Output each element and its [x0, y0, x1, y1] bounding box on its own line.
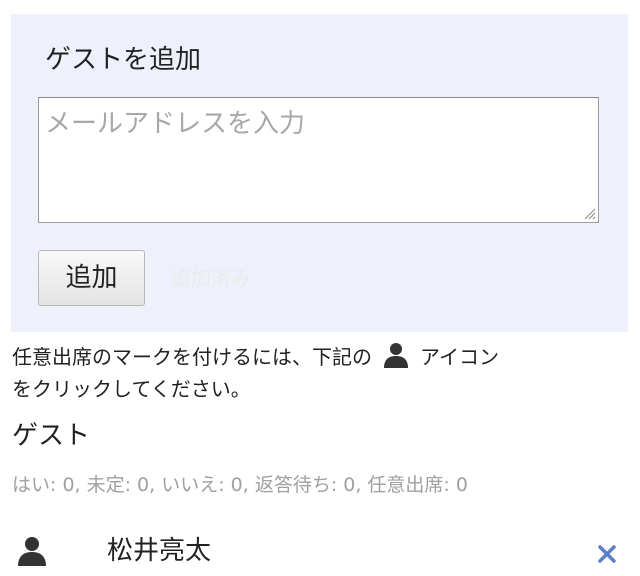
rsvp-summary: はい: 0, 未定: 0, いいえ: 0, 返答待ち: 0, 任意出席: 0 [12, 474, 468, 496]
add-guest-panel: ゲストを追加 追加 追加済み [11, 14, 628, 332]
person-icon[interactable] [16, 535, 48, 567]
guests-heading: ゲスト [12, 421, 91, 451]
add-status-hint: 追加済み [171, 266, 251, 290]
optional-attendance-note: 任意出席のマークを付けるには、下記の アイコン をクリックしてください。 [12, 341, 624, 405]
note-text-before-icon: 任意出席のマークを付けるには、下記の [12, 345, 372, 369]
note-line-2: をクリックしてください。 [12, 377, 251, 401]
resize-grip-icon[interactable] [584, 208, 596, 220]
guest-editor: ゲストを追加 追加 追加済み 任意出席のマークを付けるには、下記の アイコン を… [0, 0, 640, 576]
email-input[interactable] [38, 97, 599, 223]
note-text-after-icon: アイコン [420, 345, 499, 369]
note-line-1: 任意出席のマークを付けるには、下記の アイコン [12, 341, 624, 373]
close-icon[interactable] [597, 544, 617, 564]
guest-row: 松井亮太 [0, 528, 640, 576]
guest-name: 松井亮太 [107, 536, 212, 566]
person-icon [384, 343, 408, 368]
add-guest-title: ゲストを追加 [45, 45, 202, 75]
add-guest-button[interactable]: 追加 [38, 250, 145, 306]
